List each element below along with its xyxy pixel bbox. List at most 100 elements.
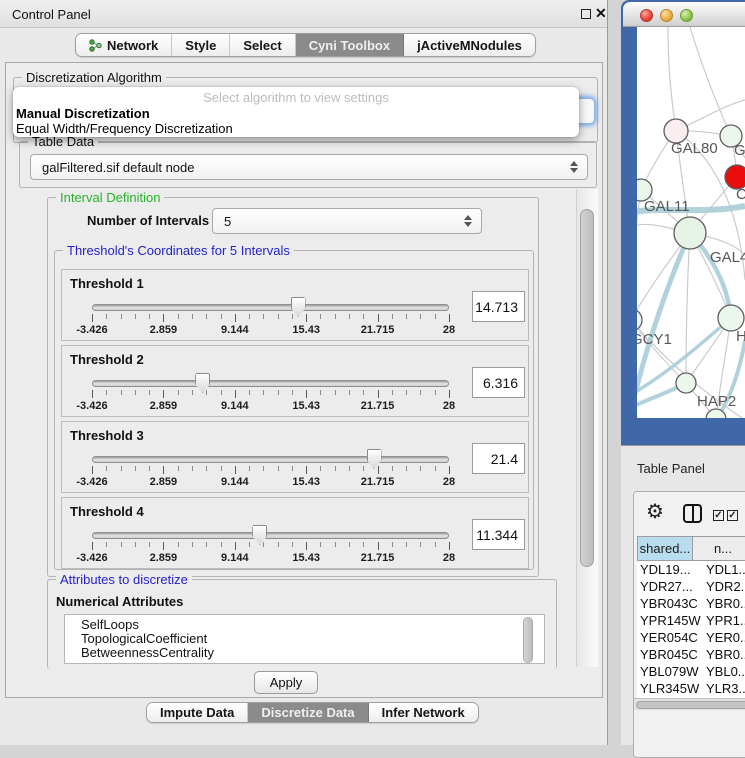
apply-button[interactable]: Apply (254, 671, 318, 694)
algorithm-placeholder: Select algorithm to view settings (13, 90, 579, 106)
checkbox-icon[interactable]: ✓ (727, 510, 738, 521)
table-row[interactable]: YPR145WYPR1... (637, 612, 745, 629)
network-node[interactable] (637, 309, 642, 331)
tick-mark (221, 542, 222, 547)
minimize-button[interactable] (660, 9, 673, 22)
tab-cyni-toolbox[interactable]: Cyni Toolbox (296, 34, 404, 56)
table-row[interactable]: YBL079WYBL0... (637, 663, 745, 680)
float-window-icon[interactable] (581, 9, 591, 19)
network-node[interactable] (676, 373, 696, 393)
tab-label: Select (243, 38, 281, 53)
column-header-shared[interactable]: shared... (637, 536, 693, 561)
cell-shared-name: YDL19... (637, 562, 701, 577)
number-of-intervals-value: 5 (224, 214, 231, 229)
tab-jactivemnodules[interactable]: jActiveMNodules (404, 34, 535, 56)
list-item[interactable]: SelfLoops (81, 618, 544, 632)
table-row[interactable]: YBR045CYBR0... (637, 646, 745, 663)
tab-label: Style (185, 38, 216, 53)
panel-scrollbar-thumb[interactable] (580, 209, 594, 567)
tab-select[interactable]: Select (230, 34, 295, 56)
tick-mark (278, 390, 279, 395)
tick-mark (92, 542, 93, 550)
tick-mark (249, 314, 250, 319)
tick-mark (378, 390, 379, 398)
threshold-card: Threshold 1-3.4262.8599.14415.4321.71528… (61, 269, 529, 341)
tick-label: 9.144 (221, 324, 249, 336)
combo-stepper-icon (570, 161, 578, 173)
tick-mark (349, 314, 350, 319)
tick-mark (163, 542, 164, 550)
split-view-icon[interactable] (683, 504, 702, 523)
settings-gear-icon[interactable]: ⚙ (646, 501, 664, 523)
tick-mark (349, 542, 350, 547)
threshold-value-field[interactable]: 21.4 (472, 443, 525, 474)
column-header-name[interactable]: n... (693, 536, 745, 561)
threshold-value-field[interactable]: 14.713 (472, 291, 525, 322)
tick-mark (363, 542, 364, 547)
zoom-button[interactable] (680, 9, 693, 22)
threshold-value-field[interactable]: 6.316 (472, 367, 525, 398)
tick-mark (378, 466, 379, 474)
cell-name: YPR1... (701, 613, 745, 628)
tick-mark (192, 542, 193, 547)
tab-label: Impute Data (160, 705, 234, 720)
slider-handle[interactable] (195, 373, 210, 393)
cell-shared-name: YLR345W (637, 681, 701, 696)
table-hscrollbar[interactable] (634, 698, 745, 710)
table-row[interactable]: YDR27...YDR2... (637, 578, 745, 595)
tab-network[interactable]: Network (76, 34, 172, 56)
threshold-slider[interactable]: -3.4262.8599.14415.4321.71528 (92, 525, 449, 567)
tick-mark (178, 542, 179, 547)
tick-mark (363, 390, 364, 395)
numerical-attributes-list[interactable]: SelfLoopsTopologicalCoefficientBetweenne… (64, 614, 545, 664)
checkbox-icon[interactable]: ✓ (713, 510, 724, 521)
group-title: Discretization Algorithm (22, 70, 166, 85)
network-canvas[interactable]: GAL80GAGAL11CGAL4GCY1HHAP2 (637, 27, 745, 418)
algorithm-option-equal-width[interactable]: Equal Width/Frequency Discretization (13, 121, 579, 136)
list-scrollbar-thumb[interactable] (523, 617, 533, 663)
threshold-slider[interactable]: -3.4262.8599.14415.4321.71528 (92, 449, 449, 491)
tab-discretize-data[interactable]: Discretize Data (248, 703, 368, 722)
table-row[interactable]: YLR345WYLR3... (637, 680, 745, 697)
network-node[interactable] (674, 217, 706, 249)
table-row[interactable]: YBR043CYBR0... (637, 595, 745, 612)
algorithm-option-manual[interactable]: Manual Discretization (13, 106, 579, 121)
panel-scrollbar[interactable] (576, 189, 598, 667)
threshold-label: Threshold 2 (70, 352, 144, 367)
tick-mark (320, 314, 321, 319)
tick-mark (435, 314, 436, 319)
tick-mark (106, 466, 107, 471)
slider-handle[interactable] (252, 525, 267, 545)
threshold-slider[interactable]: -3.4262.8599.14415.4321.71528 (92, 373, 449, 415)
group-title: Interval Definition (56, 190, 164, 205)
tick-mark (92, 466, 93, 474)
tab-style[interactable]: Style (172, 34, 230, 56)
cell-name: YDR2... (701, 579, 745, 594)
close-icon[interactable]: ✕ (595, 5, 607, 22)
tab-impute-data[interactable]: Impute Data (147, 703, 248, 722)
tick-mark (206, 314, 207, 319)
tick-label: 15.43 (292, 552, 320, 564)
tick-mark (178, 390, 179, 395)
close-button[interactable] (640, 9, 653, 22)
tick-label: -3.426 (76, 552, 107, 564)
slider-handle[interactable] (367, 449, 382, 469)
number-of-intervals-combobox[interactable]: 5 (212, 208, 482, 234)
table-data-combobox[interactable]: galFiltered.sif default node (30, 154, 588, 180)
tick-label: 2.859 (150, 552, 178, 564)
table-row[interactable]: YER054CYER0... (637, 629, 745, 646)
table-row[interactable]: YDL19...YDL1... (637, 561, 745, 578)
list-item[interactable]: BetweennessCentrality (81, 646, 544, 660)
threshold-value-field[interactable]: 11.344 (472, 519, 525, 550)
list-item[interactable]: TopologicalCoefficient (81, 632, 544, 646)
tab-infer-network[interactable]: Infer Network (369, 703, 478, 722)
top-tab-bar: Network Style Select Cyni ToolboxjActiveMNo… (75, 33, 536, 57)
threshold-slider[interactable]: -3.4262.8599.14415.4321.71528 (92, 297, 449, 339)
network-window-titlebar[interactable] (623, 2, 745, 27)
tick-mark (235, 542, 236, 550)
tick-label: -3.426 (76, 324, 107, 336)
node-label: GCY1 (637, 331, 672, 348)
table-hscrollbar-thumb[interactable] (636, 701, 745, 709)
interval-definition-group: Interval Definition Number of Intervals … (47, 197, 539, 577)
cell-name: YBR0... (701, 647, 745, 662)
